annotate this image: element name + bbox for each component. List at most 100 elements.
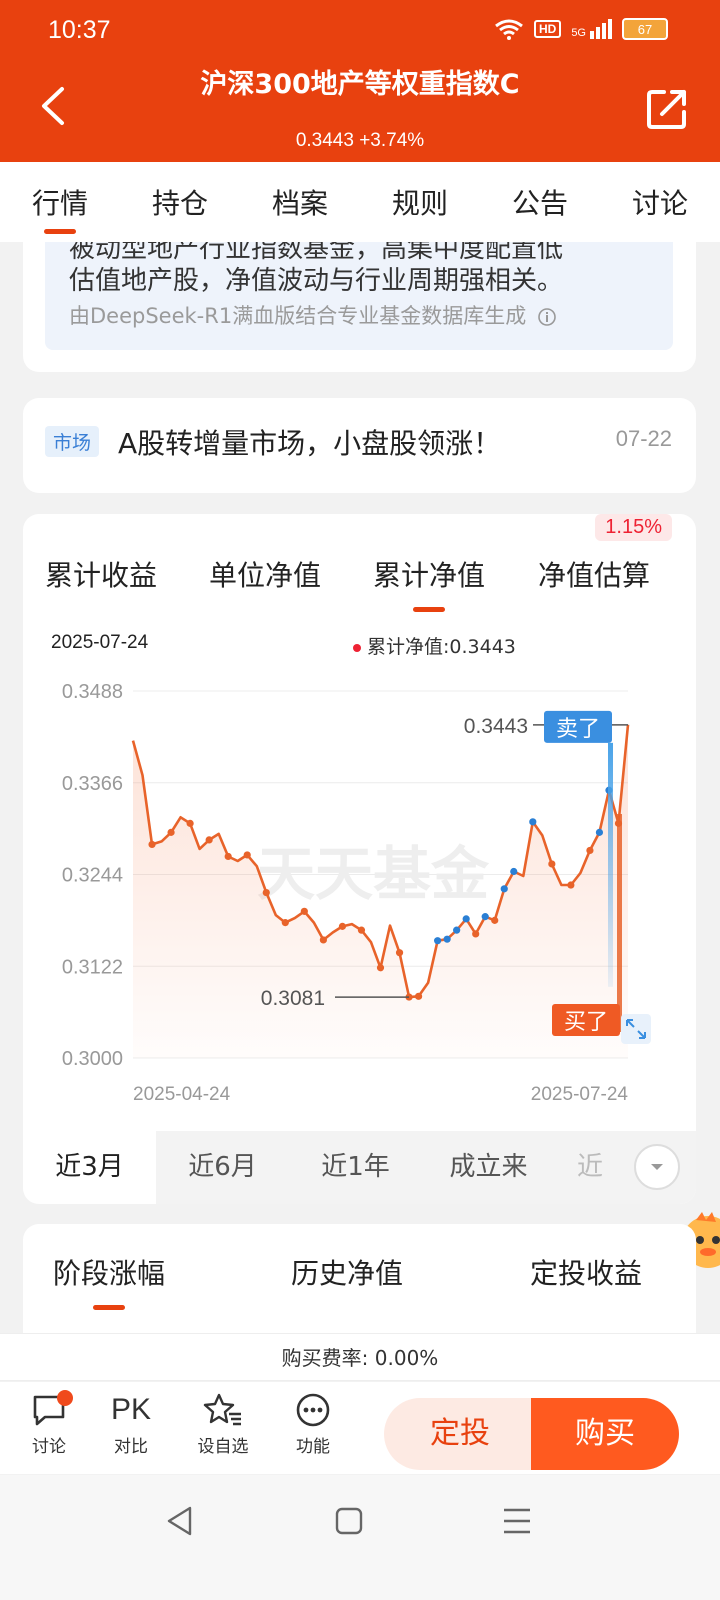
data-point	[357, 926, 366, 934]
data-point	[300, 907, 308, 915]
chart-card: 1.15% 累计收益 单位净值 累计净值 净值估算 2025-07-24 累计净…	[23, 514, 696, 1204]
compare-action[interactable]: PK 对比	[101, 1392, 161, 1457]
hd-icon: HD	[533, 20, 562, 38]
tab-market[interactable]: 行情	[0, 162, 120, 242]
stage-tab-history-nav[interactable]: 历史净值	[291, 1252, 403, 1292]
buy-tag-label: 买了	[564, 1010, 608, 1035]
y-tick-label: 0.3366	[62, 773, 123, 795]
status-time: 10:37	[48, 16, 111, 44]
data-point	[595, 828, 604, 836]
chart-tab-cum-return[interactable]: 累计收益	[45, 554, 157, 594]
data-point	[338, 922, 347, 930]
sell-tag-label: 卖了	[556, 717, 600, 742]
ai-summary-source: 由DeepSeek-R1满血版结合专业基金数据库生成	[69, 300, 557, 330]
data-point	[205, 836, 213, 844]
range-dropdown-button[interactable]	[634, 1144, 680, 1190]
status-icons: HD 5G 67	[494, 18, 668, 40]
data-point	[491, 916, 499, 924]
functions-action[interactable]: 功能	[283, 1392, 343, 1457]
data-point	[262, 888, 270, 897]
data-point	[243, 851, 251, 859]
chart-tabs: 累计收益 单位净值 累计净值 净值估算	[23, 544, 696, 614]
main-tabs: 行情 持仓 档案 规则 公告 讨论	[0, 162, 720, 242]
discuss-action[interactable]: 讨论	[19, 1390, 79, 1457]
legend-dot	[353, 643, 361, 652]
stage-tab-returns[interactable]: 阶段涨幅	[53, 1252, 165, 1310]
y-tick-label: 0.3244	[62, 865, 123, 887]
nav-line-chart[interactable]: 0.3488 0.3366 0.3244 0.3122 0.3000 2025-04-24…	[23, 664, 696, 1114]
info-icon[interactable]	[537, 307, 557, 327]
fund-nav-change: 0.3443 +3.74%	[295, 130, 425, 151]
data-point	[186, 819, 194, 827]
range-6m[interactable]: 近6月	[156, 1131, 289, 1204]
data-point	[586, 846, 594, 855]
pk-icon: PK	[110, 1393, 152, 1426]
y-tick-label: 0.3122	[62, 956, 123, 978]
data-point	[529, 818, 537, 826]
sip-button[interactable]: 定投	[384, 1398, 536, 1470]
news-headline[interactable]: A股转增量市场，小盘股领涨！	[118, 422, 501, 462]
tab-announcements[interactable]: 公告	[480, 162, 600, 242]
min-value-label: 0.3081	[261, 987, 325, 1010]
chart-selected-date: 2025-07-24	[51, 632, 149, 653]
network-label: 5G	[571, 27, 586, 39]
ai-summary-card: 被动型地产行业指数基金，高集中度配置低 估值地产股，净值波动与行业周期强相关。 …	[23, 242, 696, 372]
notification-dot	[57, 1390, 73, 1406]
range-since-inception[interactable]: 成立来	[422, 1131, 555, 1204]
x-tick-label: 2025-04-24	[133, 1084, 231, 1105]
data-point	[567, 881, 575, 889]
data-point	[510, 867, 518, 876]
chart-tab-nav-estimate[interactable]: 净值估算	[538, 554, 650, 594]
data-point	[434, 937, 442, 945]
chart-legend: 累计净值:0.3443	[353, 632, 516, 659]
nav-menu-icon[interactable]	[502, 1506, 532, 1536]
header-bar: 10:37 HD 5G 67 沪深300地产等权重指数C 0.3443 +3.7…	[0, 0, 720, 162]
news-tag: 市场	[45, 426, 100, 457]
ai-source-text: 由DeepSeek-R1满血版结合专业基金数据库生成	[69, 304, 527, 328]
nav-home-icon[interactable]	[334, 1506, 364, 1536]
tab-profile[interactable]: 档案	[240, 162, 360, 242]
buy-button[interactable]: 购买	[531, 1398, 679, 1470]
signal-icon: 5G	[571, 19, 612, 39]
range-more-item[interactable]: 近	[555, 1131, 625, 1204]
data-point	[167, 828, 175, 836]
more-icon	[296, 1393, 330, 1427]
wifi-icon	[495, 19, 523, 40]
tab-rules[interactable]: 规则	[360, 162, 480, 242]
estimate-badge: 1.15%	[595, 514, 672, 541]
watchlist-label: 设自选	[197, 1437, 249, 1457]
data-point	[453, 926, 461, 934]
tab-holdings[interactable]: 持仓	[120, 162, 240, 242]
range-1y[interactable]: 近1年	[289, 1131, 422, 1204]
tab-discussion[interactable]: 讨论	[600, 162, 720, 242]
purchase-fee: 购买费率: 0.00%	[0, 1333, 720, 1381]
chart-tab-unit-nav[interactable]: 单位净值	[209, 554, 321, 594]
add-watchlist-action[interactable]: 设自选	[193, 1392, 253, 1457]
watermark-text: 天天基金	[257, 840, 490, 908]
data-point	[395, 949, 404, 957]
data-point	[481, 913, 489, 921]
x-tick-label: 2025-07-24	[531, 1084, 629, 1105]
compare-label: 对比	[114, 1437, 148, 1457]
star-list-icon	[203, 1393, 241, 1426]
data-point	[281, 919, 289, 927]
chart-tab-cum-nav[interactable]: 累计净值	[373, 554, 485, 612]
sell-marker-bar	[608, 742, 613, 987]
discuss-label: 讨论	[32, 1437, 66, 1457]
y-tick-label: 0.3488	[62, 681, 123, 703]
news-date: 07-22	[615, 426, 672, 451]
news-card[interactable]: 市场 A股转增量市场，小盘股领涨！ 07-22	[23, 398, 696, 493]
range-3m[interactable]: 近3月	[23, 1131, 156, 1204]
action-bar: 讨论 PK 对比 设自选 功能 定投 购买	[0, 1382, 720, 1474]
nav-back-icon[interactable]	[164, 1505, 196, 1537]
system-nav-bar	[0, 1475, 720, 1600]
stage-tab-sip-returns[interactable]: 定投收益	[530, 1252, 642, 1292]
functions-label: 功能	[296, 1437, 330, 1457]
data-point	[319, 936, 327, 944]
battery-icon: 67	[622, 18, 668, 40]
share-icon[interactable]	[646, 88, 688, 130]
expand-icon[interactable]	[621, 1014, 651, 1044]
ai-summary-box: 被动型地产行业指数基金，高集中度配置低 估值地产股，净值波动与行业周期强相关。 …	[45, 242, 673, 350]
data-point	[548, 860, 556, 868]
stage-card: 阶段涨幅 历史净值 定投收益	[23, 1224, 696, 1334]
